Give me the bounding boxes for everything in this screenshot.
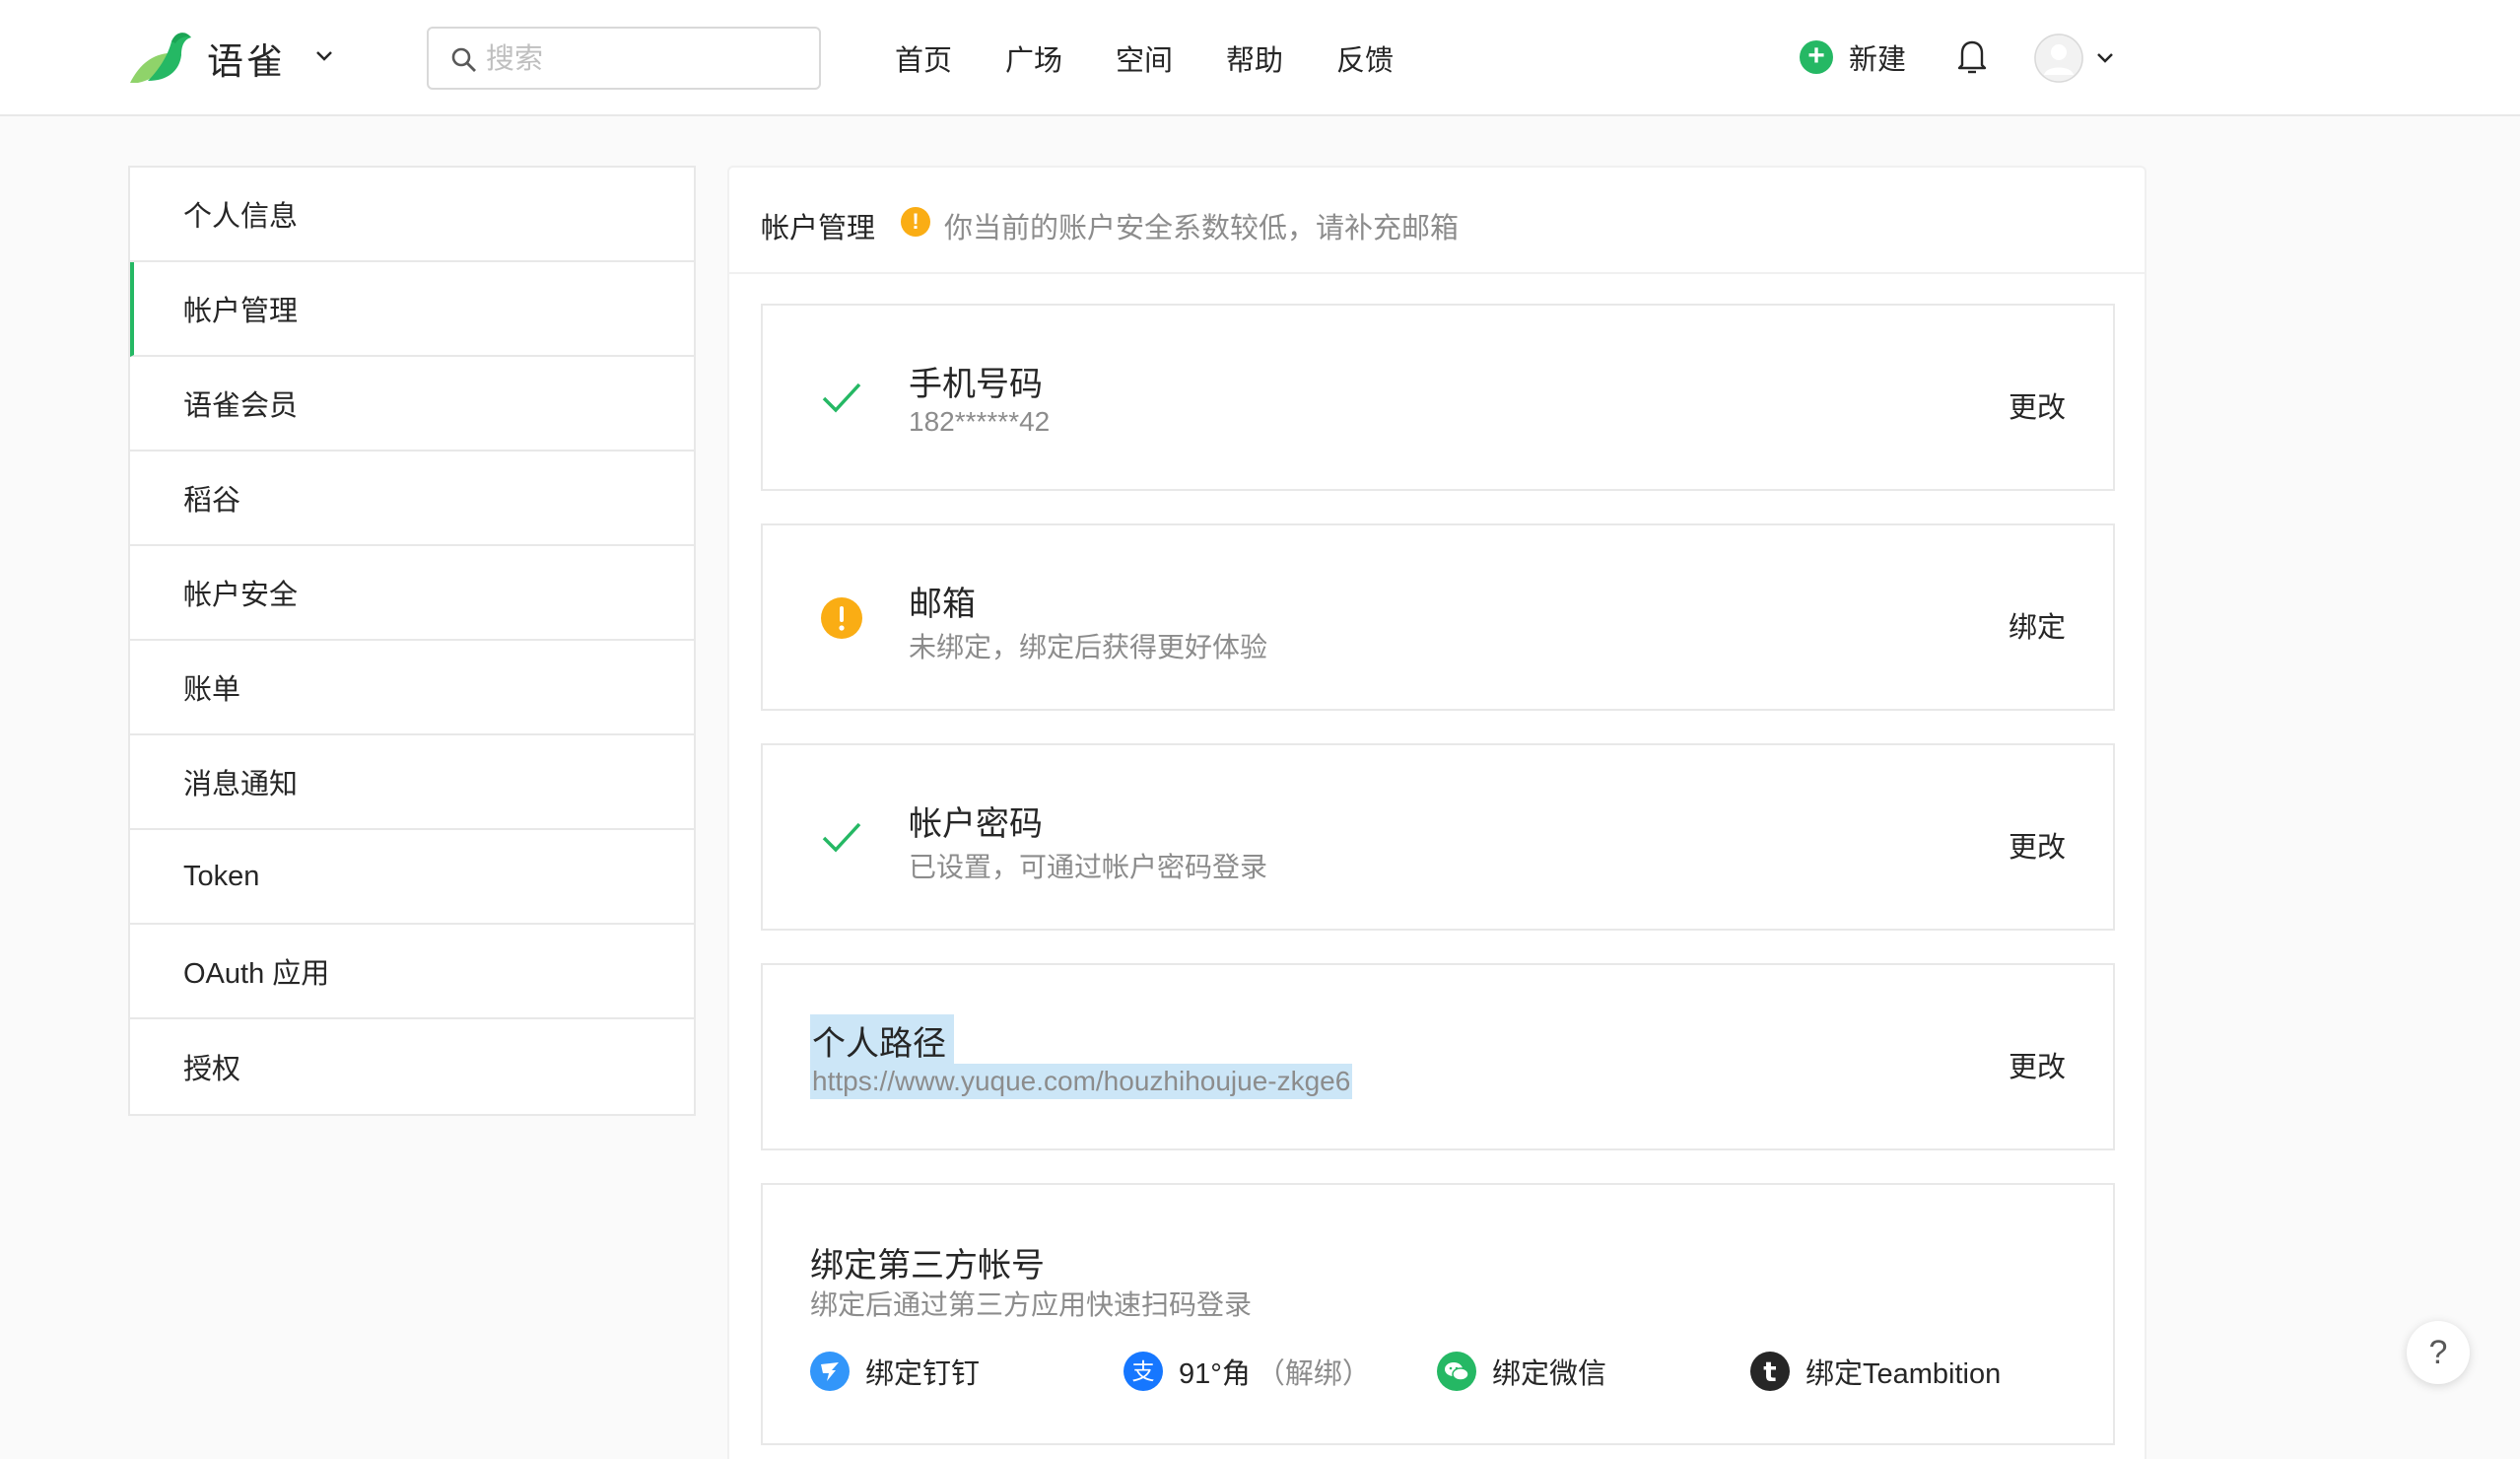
nav-explore[interactable]: 广场 <box>1005 37 1062 79</box>
bind-wechat-label: 绑定微信 <box>1492 1358 1607 1390</box>
nav-help[interactable]: 帮助 <box>1226 37 1283 79</box>
bind-wechat-button[interactable]: 绑定微信 <box>1437 1351 1606 1392</box>
warning-icon: ! <box>901 207 930 237</box>
bind-email-button[interactable]: 绑定 <box>2009 604 2066 646</box>
chevron-down-icon[interactable] <box>2094 47 2116 69</box>
sidebar-item-authorization[interactable]: 授权 <box>130 1019 694 1114</box>
password-title: 帐户密码 <box>909 805 1043 843</box>
alipay-account: 支 91°角 （解绑） <box>1124 1351 1371 1392</box>
bind-dingtalk-label: 绑定钉钉 <box>865 1358 981 1390</box>
svg-text:支: 支 <box>1132 1359 1155 1385</box>
password-status: 已设置，可通过帐户密码登录 <box>909 852 1268 882</box>
alipay-account-name: 91°角 <box>1179 1358 1251 1390</box>
change-phone-button[interactable]: 更改 <box>2009 384 2066 426</box>
password-card: 帐户密码 已设置，可通过帐户密码登录 更改 <box>761 743 2115 931</box>
search-icon <box>451 47 476 72</box>
sidebar-item-token[interactable]: Token <box>130 830 694 925</box>
phone-title: 手机号码 <box>909 366 1043 403</box>
yuque-logo-icon[interactable] <box>128 28 193 87</box>
help-button[interactable]: ? <box>2407 1321 2470 1384</box>
sidebar-item-account[interactable]: 帐户管理 <box>130 262 694 357</box>
check-icon <box>822 382 861 413</box>
sidebar-item-oauth[interactable]: OAuth 应用 <box>130 925 694 1019</box>
security-warning: 你当前的账户安全系数较低，请补充邮箱 <box>944 213 1460 244</box>
nav-space[interactable]: 空间 <box>1116 37 1173 79</box>
path-card: 个人路径 https://www.yuque.com/houzhihoujue-… <box>761 963 2115 1150</box>
third-party-title: 绑定第三方帐号 <box>810 1247 1045 1285</box>
new-button[interactable]: + 新建 <box>1800 37 1906 77</box>
settings-sidebar: 个人信息 帐户管理 语雀会员 稻谷 帐户安全 账单 消息通知 Token OAu… <box>128 166 696 1116</box>
avatar[interactable] <box>2034 34 2083 83</box>
nav-feedback[interactable]: 反馈 <box>1336 37 1394 79</box>
third-party-card: 绑定第三方帐号 绑定后通过第三方应用快速扫码登录 绑定钉钉 支 91°角 （解绑… <box>761 1183 2115 1445</box>
sidebar-item-profile[interactable]: 个人信息 <box>130 168 694 262</box>
sidebar-item-notifications[interactable]: 消息通知 <box>130 735 694 830</box>
sidebar-item-membership[interactable]: 语雀会员 <box>130 357 694 452</box>
bind-teambition-button[interactable]: t 绑定Teambition <box>1750 1351 2001 1392</box>
sidebar-item-billing[interactable]: 账单 <box>130 641 694 735</box>
sidebar-item-rice[interactable]: 稻谷 <box>130 452 694 546</box>
teambition-icon: t <box>1750 1352 1790 1391</box>
sidebar-item-security[interactable]: 帐户安全 <box>130 546 694 641</box>
check-icon <box>822 822 861 853</box>
third-party-desc: 绑定后通过第三方应用快速扫码登录 <box>810 1289 1253 1320</box>
bind-dingtalk-button[interactable]: 绑定钉钉 <box>810 1351 980 1392</box>
email-card: 邮箱 未绑定，绑定后获得更好体验 绑定 <box>761 523 2115 711</box>
email-status: 未绑定，绑定后获得更好体验 <box>909 632 1268 662</box>
change-path-button[interactable]: 更改 <box>2009 1044 2066 1085</box>
chevron-down-icon[interactable] <box>313 45 335 67</box>
warning-icon <box>821 597 862 639</box>
bell-icon[interactable] <box>1954 37 1990 77</box>
brand-name[interactable]: 语雀 <box>207 32 286 85</box>
top-header: 语雀 首页 广场 空间 帮助 反馈 + 新建 <box>0 0 2520 116</box>
svg-text:t: t <box>1763 1355 1776 1388</box>
panel-header: 帐户管理 ! 你当前的账户安全系数较低，请补充邮箱 <box>729 168 2145 274</box>
phone-card: 手机号码 182******42 更改 <box>761 304 2115 491</box>
plus-icon: + <box>1800 40 1833 74</box>
wechat-icon <box>1437 1352 1476 1391</box>
dingtalk-icon <box>810 1352 850 1391</box>
alipay-icon: 支 <box>1124 1352 1163 1391</box>
page-title: 帐户管理 <box>761 213 876 244</box>
email-title: 邮箱 <box>909 586 976 623</box>
phone-number: 182******42 <box>909 406 1051 437</box>
new-button-label: 新建 <box>1849 44 1907 76</box>
nav-home[interactable]: 首页 <box>895 37 952 79</box>
change-password-button[interactable]: 更改 <box>2009 824 2066 866</box>
bind-teambition-label: 绑定Teambition <box>1805 1358 2002 1390</box>
path-url: https://www.yuque.com/houzhihoujue-zkge6 <box>810 1064 1353 1099</box>
account-panel: 帐户管理 ! 你当前的账户安全系数较低，请补充邮箱 手机号码 182******… <box>727 166 2146 1459</box>
path-title: 个人路径 <box>810 1014 954 1067</box>
search-box[interactable] <box>427 27 821 90</box>
search-input[interactable] <box>486 40 801 78</box>
unbind-alipay-button[interactable]: （解绑） <box>1257 1351 1371 1392</box>
